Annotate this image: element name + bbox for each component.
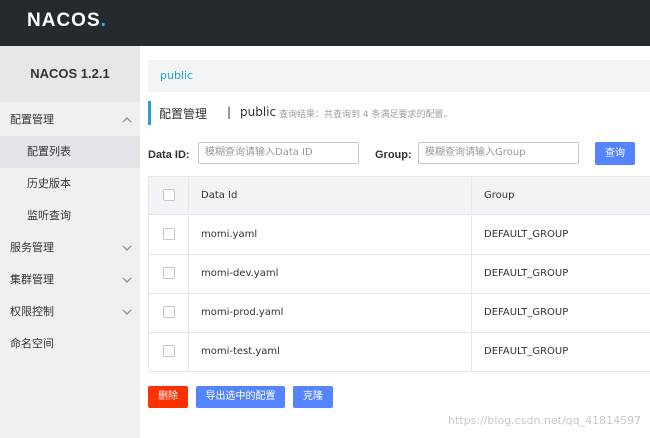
data-id-input[interactable]: 模糊查询请输入Data ID: [198, 142, 359, 164]
row-group: DEFAULT_GROUP: [484, 229, 569, 240]
watermark: https://blog.csdn.net/qq_41814597: [448, 414, 642, 427]
result-summary: 查询结果：共查询到 4 条满足要求的配置。: [279, 110, 453, 120]
chevron-down-icon: [122, 245, 132, 251]
sidebar-item-namespace[interactable]: 命名空间: [0, 328, 140, 360]
row-checkbox[interactable]: [163, 345, 175, 357]
chevron-up-icon: [122, 117, 132, 123]
header-group: Group: [484, 190, 515, 201]
sidebar-item-listener-query[interactable]: 监听查询: [0, 200, 140, 232]
table-row[interactable]: momi-test.yaml DEFAULT_GROUP: [149, 333, 650, 372]
row-data-id: momi-dev.yaml: [201, 268, 279, 279]
delete-button[interactable]: 删除: [148, 386, 188, 408]
row-group: DEFAULT_GROUP: [484, 346, 569, 357]
row-data-id: momi-test.yaml: [201, 346, 280, 357]
row-checkbox[interactable]: [163, 267, 175, 279]
sidebar-item-config-management[interactable]: 配置管理: [0, 104, 140, 136]
nacos-logo[interactable]: NACOS.: [27, 10, 107, 32]
sidebar-item-history[interactable]: 历史版本: [0, 168, 140, 200]
namespace-bar: public: [148, 60, 650, 92]
header-data-id: Data Id: [201, 190, 238, 201]
table-header: Data Id Group: [149, 177, 650, 215]
chevron-down-icon: [122, 309, 132, 315]
group-label: Group:: [375, 149, 412, 161]
chevron-down-icon: [122, 277, 132, 283]
data-id-label: Data ID:: [148, 149, 190, 161]
namespace-tab-public[interactable]: public: [160, 69, 193, 82]
row-checkbox[interactable]: [163, 228, 175, 240]
table-row[interactable]: momi.yaml DEFAULT_GROUP: [149, 216, 650, 255]
clone-button[interactable]: 克隆: [293, 386, 333, 408]
page-title: 配置管理 | public 查询结果：共查询到 4 条满足要求的配置。: [148, 101, 452, 125]
sidebar: NACOS 1.2.1 配置管理 配置列表 历史版本 监听查询 服务管理 集群管…: [0, 46, 140, 438]
table-row[interactable]: momi-prod.yaml DEFAULT_GROUP: [149, 294, 650, 333]
select-all-checkbox[interactable]: [163, 189, 175, 201]
table-row[interactable]: momi-dev.yaml DEFAULT_GROUP: [149, 255, 650, 294]
main-content: public 配置管理 | public 查询结果：共查询到 4 条满足要求的配…: [140, 46, 650, 438]
row-data-id: momi.yaml: [201, 229, 258, 240]
version-title: NACOS 1.2.1: [0, 46, 140, 102]
row-data-id: momi-prod.yaml: [201, 307, 284, 318]
sidebar-item-cluster-management[interactable]: 集群管理: [0, 264, 140, 296]
row-checkbox[interactable]: [163, 306, 175, 318]
config-table: Data Id Group momi.yaml DEFAULT_GROUP mo…: [148, 176, 650, 372]
sidebar-item-service-management[interactable]: 服务管理: [0, 232, 140, 264]
row-group: DEFAULT_GROUP: [484, 268, 569, 279]
export-selected-button[interactable]: 导出选中的配置: [196, 386, 285, 408]
group-input[interactable]: 模糊查询请输入Group: [418, 142, 579, 164]
row-group: DEFAULT_GROUP: [484, 307, 569, 318]
query-button[interactable]: 查询: [595, 142, 635, 165]
sidebar-item-access-control[interactable]: 权限控制: [0, 296, 140, 328]
top-navbar: NACOS.: [0, 0, 650, 46]
sidebar-item-config-list[interactable]: 配置列表: [0, 136, 140, 168]
